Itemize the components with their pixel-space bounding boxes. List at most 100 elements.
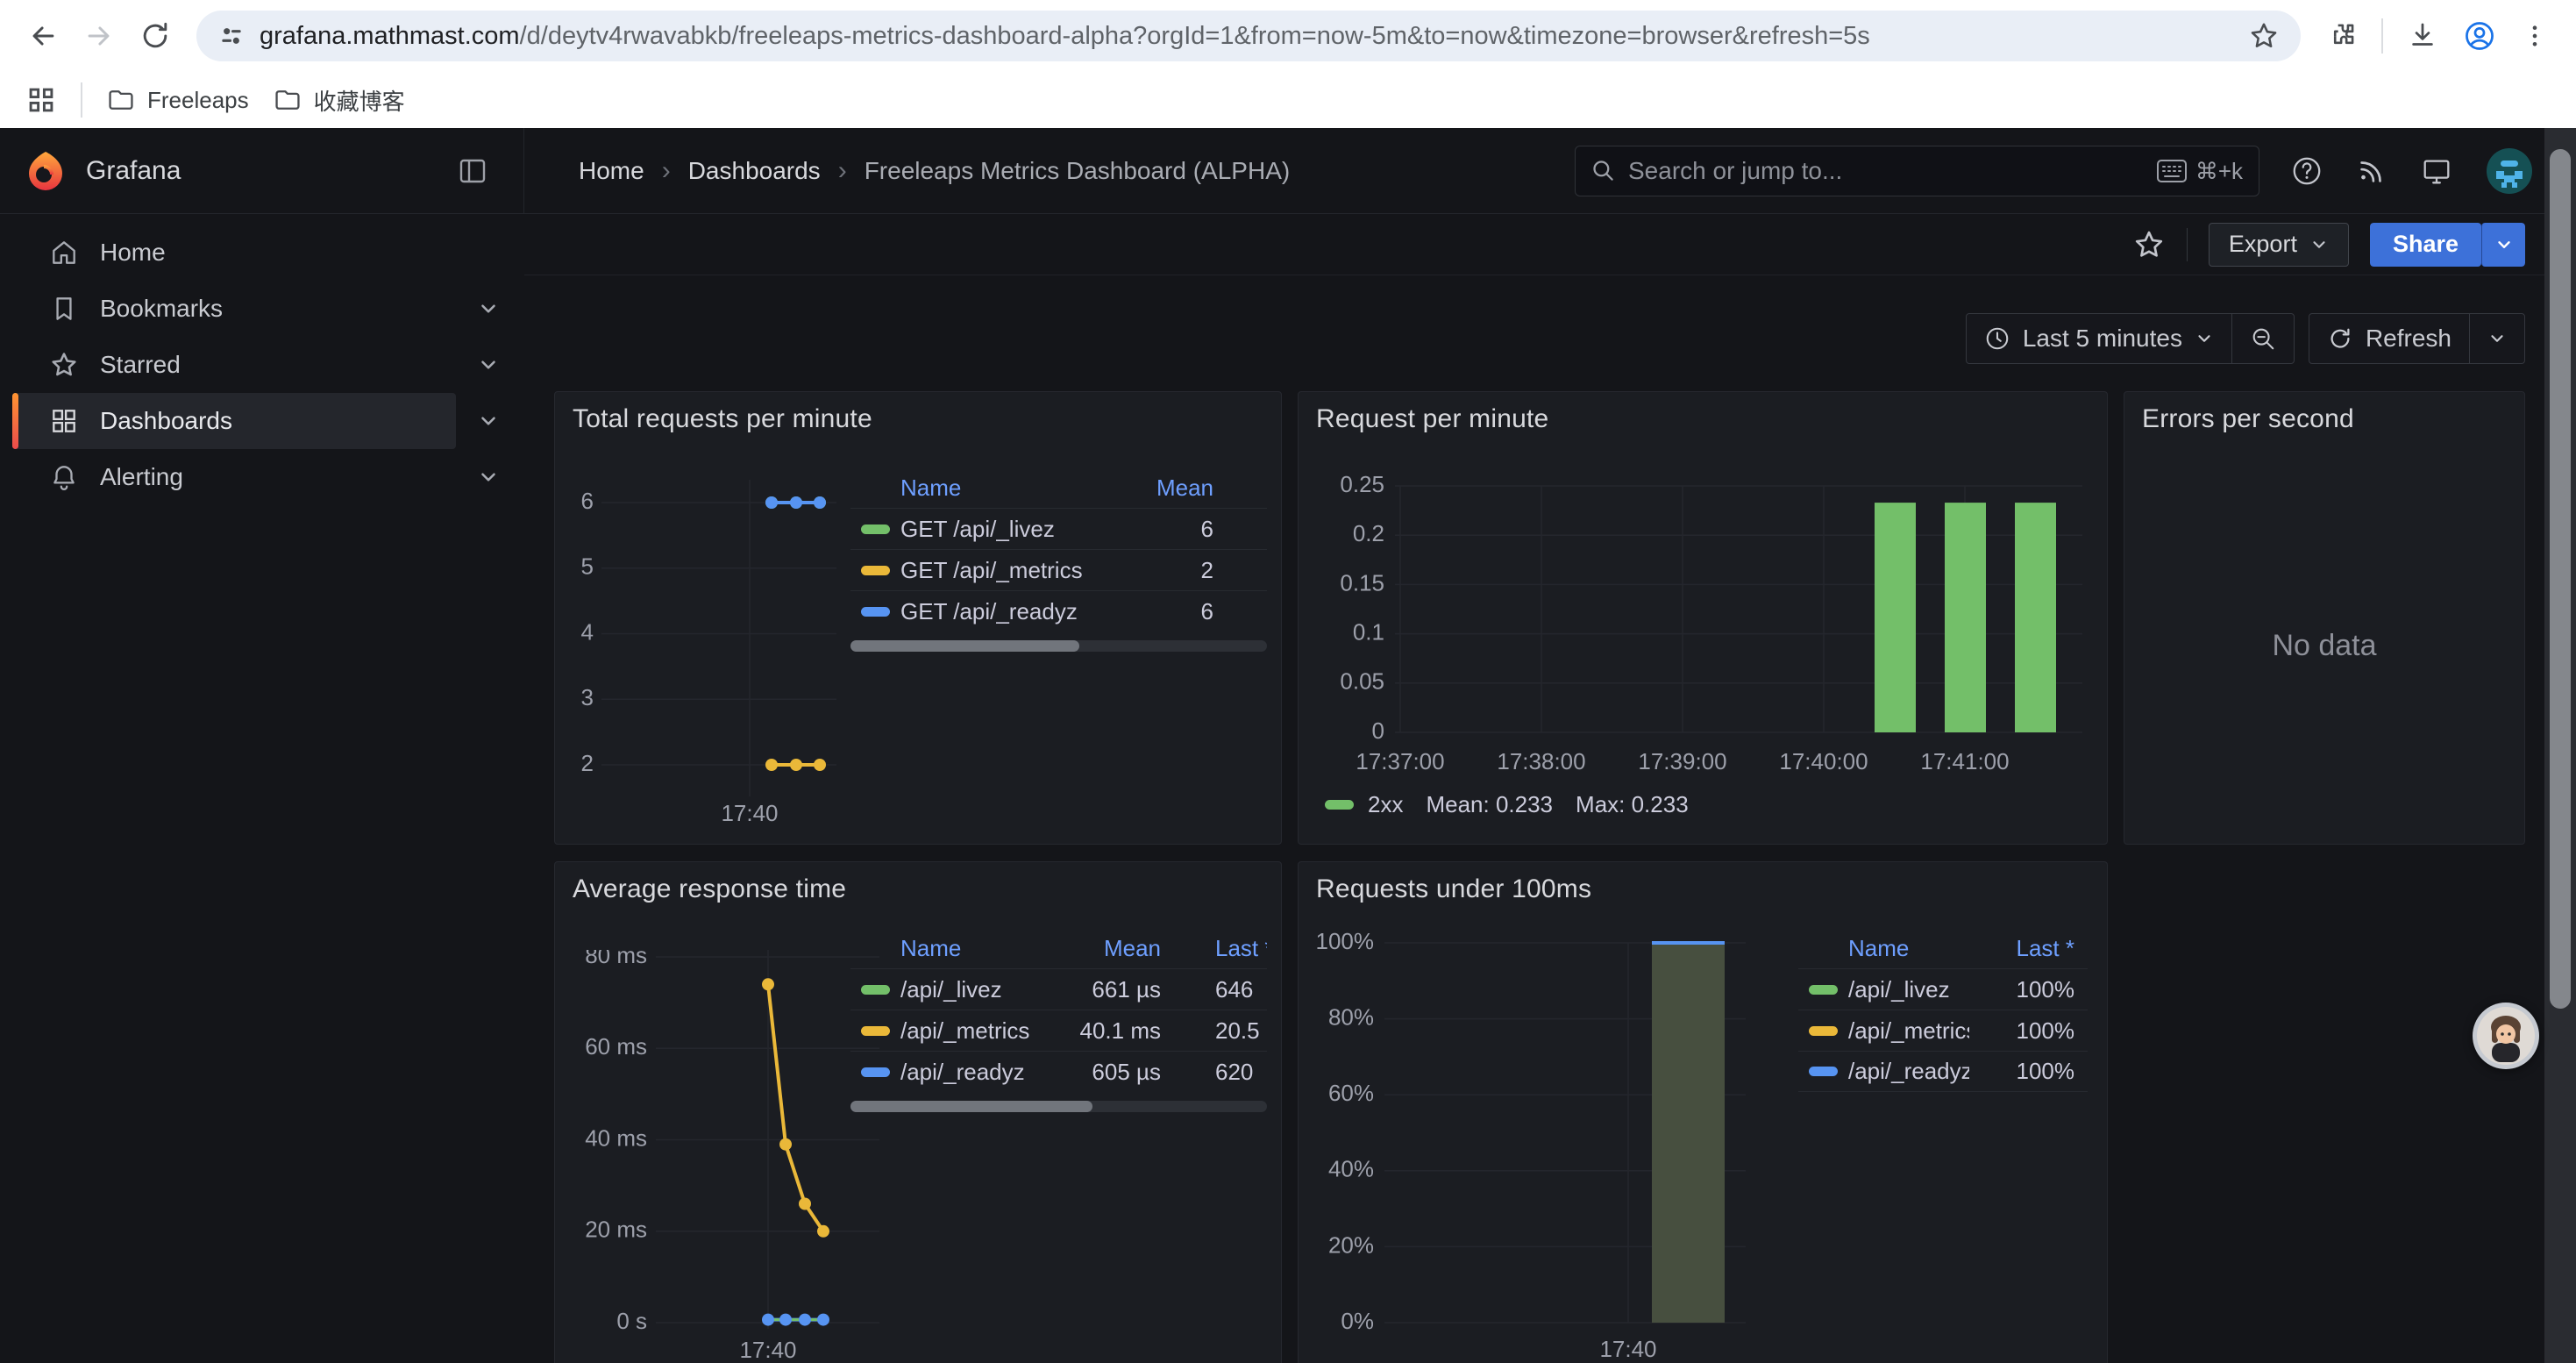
panel-title[interactable]: Average response time: [573, 874, 846, 904]
panel-errors-per-second: Errors per second No data: [2124, 391, 2525, 845]
extensions-icon[interactable]: [2325, 19, 2359, 53]
refresh-button[interactable]: Refresh: [2309, 314, 2469, 363]
bookmark-folder-label: 收藏博客: [314, 84, 405, 117]
average-response-legend: NameMeanLast */api/_livez661 µs646/api/_…: [850, 928, 1267, 1112]
browser-toolbar: grafana.mathmast.com/d/deytv4rwavabkb/fr…: [0, 0, 2576, 72]
request-per-minute-chart[interactable]: 0.250.20.150.10.05017:37:0017:38:0017:39…: [1307, 475, 2096, 826]
sidebar-item-dashboards[interactable]: Dashboards: [12, 393, 456, 449]
scrollbar-thumb[interactable]: [2550, 149, 2571, 1009]
breadcrumb-home[interactable]: Home: [579, 157, 644, 185]
export-button[interactable]: Export: [2209, 223, 2349, 267]
legend-header-row[interactable]: NameLast *: [1798, 928, 2088, 968]
sidebar-item-starred[interactable]: Starred: [12, 337, 456, 393]
legend-scrollbar[interactable]: [850, 1101, 1267, 1112]
browser-forward-button[interactable]: [75, 12, 123, 60]
menu-dots-icon[interactable]: [2520, 21, 2550, 51]
chevron-down-icon[interactable]: [477, 466, 500, 489]
search-bar[interactable]: ⌘+k: [1575, 146, 2259, 196]
svg-text:0%: 0%: [1341, 1308, 1374, 1334]
svg-text:60%: 60%: [1328, 1080, 1374, 1106]
svg-text:17:41:00: 17:41:00: [1920, 748, 2009, 774]
zoom-out-button[interactable]: [2232, 314, 2294, 363]
svg-text:0: 0: [1372, 717, 1384, 744]
folder-icon: [107, 86, 135, 114]
under-100ms-legend: NameLast */api/_livez100%/api/_metrics10…: [1798, 928, 2088, 1092]
legend-mean: Mean: 0.233: [1426, 791, 1553, 818]
chevron-down-icon[interactable]: [477, 353, 500, 376]
apps-grid-icon[interactable]: [26, 85, 56, 115]
sidebar-item-alerting[interactable]: Alerting: [12, 449, 456, 505]
legend-row[interactable]: /api/_livez100%: [1798, 968, 2088, 1010]
bookmark-folder-freeleaps[interactable]: Freeleaps: [107, 86, 249, 114]
profile-icon[interactable]: [2462, 18, 2497, 54]
legend-row[interactable]: /api/_livez661 µs646: [850, 968, 1267, 1010]
legend-series-name: 2xx: [1368, 791, 1403, 818]
browser-back-button[interactable]: [19, 12, 67, 60]
panel-title[interactable]: Total requests per minute: [573, 404, 872, 434]
legend-row[interactable]: /api/_readyz605 µs620: [850, 1051, 1267, 1092]
legend-scrollbar[interactable]: [850, 640, 1267, 652]
monitor-icon[interactable]: [2420, 154, 2453, 188]
refresh-interval-button[interactable]: [2470, 314, 2524, 363]
breadcrumb-current: Freeleaps Metrics Dashboard (ALPHA): [865, 157, 1291, 185]
panel-average-response-time: Average response time 80 ms60 ms40 ms20 …: [554, 861, 1282, 1363]
breadcrumb-dashboards[interactable]: Dashboards: [688, 157, 821, 185]
panel-title[interactable]: Requests under 100ms: [1316, 874, 1591, 904]
bookmark-folder-blogs[interactable]: 收藏博客: [274, 84, 405, 117]
sidebar-row-bookmarks: Bookmarks: [0, 281, 524, 337]
no-data-message: No data: [2124, 629, 2524, 663]
breadcrumb-separator: ›: [662, 156, 671, 186]
mega-menu-toggle-icon[interactable]: [457, 155, 488, 187]
brand-name[interactable]: Grafana: [86, 156, 181, 186]
assistant-avatar[interactable]: [2473, 1003, 2539, 1069]
sidebar-item-label: Alerting: [100, 463, 183, 491]
panel-title[interactable]: Request per minute: [1316, 404, 1548, 434]
chevron-down-icon[interactable]: [477, 410, 500, 432]
svg-text:17:40: 17:40: [739, 1337, 796, 1362]
user-avatar-icon[interactable]: [2485, 146, 2534, 196]
browser-reload-button[interactable]: [132, 12, 179, 60]
news-rss-icon[interactable]: [2355, 154, 2388, 188]
bookmark-star-icon[interactable]: [2248, 20, 2280, 52]
download-icon[interactable]: [2406, 19, 2439, 53]
time-range-picker[interactable]: Last 5 minutes: [1967, 314, 2231, 363]
share-button[interactable]: Share: [2370, 223, 2481, 267]
legend-header-row[interactable]: NameMean: [850, 467, 1267, 508]
site-settings-icon[interactable]: [217, 22, 246, 50]
panel-request-per-minute: Request per minute 0.250.20.150.10.05017…: [1298, 391, 2108, 845]
legend-row[interactable]: GET /api/_metrics2: [850, 549, 1267, 590]
home-icon: [49, 238, 79, 268]
chevron-down-icon: [2494, 235, 2514, 254]
chevron-down-icon: [2309, 235, 2329, 254]
page-scrollbar[interactable]: [2544, 128, 2576, 1363]
favorite-star-icon[interactable]: [2132, 228, 2166, 261]
shortcut-label: ⌘+k: [2195, 158, 2243, 185]
legend-header-row[interactable]: NameMeanLast *: [850, 928, 1267, 968]
help-icon[interactable]: [2290, 154, 2323, 188]
reload-icon: [138, 18, 173, 54]
refresh-icon: [2327, 325, 2353, 352]
grafana-logo-icon[interactable]: [25, 150, 67, 192]
legend-pill: [1325, 800, 1354, 810]
share-menu-button[interactable]: [2481, 223, 2525, 267]
clock-icon: [1984, 325, 2010, 352]
panel-title[interactable]: Errors per second: [2142, 404, 2354, 434]
total-requests-legend: NameMeanGET /api/_livez6GET /api/_metric…: [850, 467, 1267, 652]
chevron-down-icon[interactable]: [477, 297, 500, 320]
svg-text:0.05: 0.05: [1340, 668, 1384, 695]
sidebar-item-home[interactable]: Home: [12, 225, 456, 281]
rpm-legend[interactable]: 2xx Mean: 0.233 Max: 0.233: [1325, 791, 1711, 818]
legend-row[interactable]: GET /api/_readyz6: [850, 590, 1267, 632]
legend-row[interactable]: GET /api/_livez6: [850, 508, 1267, 549]
svg-text:2: 2: [581, 750, 594, 776]
requests-under-100ms-chart[interactable]: 100%80%60%40%20%0%17:40: [1307, 928, 1798, 1363]
nav-brand-area: Grafana: [0, 128, 524, 214]
sidebar-mega-menu: Home Bookmarks Starred Dashboards: [0, 214, 524, 1363]
legend-row[interactable]: /api/_metrics40.1 ms20.5 m: [850, 1010, 1267, 1051]
legend-row[interactable]: /api/_readyz100%: [1798, 1051, 2088, 1092]
address-bar[interactable]: grafana.mathmast.com/d/deytv4rwavabkb/fr…: [196, 11, 2301, 61]
svg-text:80 ms: 80 ms: [585, 950, 647, 968]
sidebar-item-bookmarks[interactable]: Bookmarks: [12, 281, 456, 337]
search-input[interactable]: [1628, 157, 2145, 185]
legend-row[interactable]: /api/_metrics100%: [1798, 1010, 2088, 1051]
